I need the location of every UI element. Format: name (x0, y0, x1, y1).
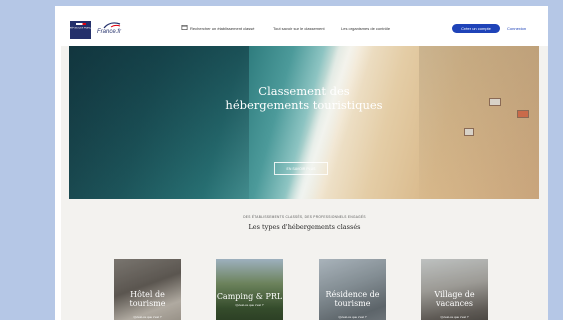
logo-rf-text: RÉPUBLIQUE FRANÇAISE (69, 26, 96, 30)
hero-dune (419, 46, 539, 199)
card-title-line: Hôtel de (130, 290, 165, 299)
section-title: Les types d'hébergements classés (248, 223, 361, 231)
hero-title-line-2: hébergements touristiques (225, 98, 383, 112)
card-title-line: Résidence de (325, 290, 380, 299)
card-more-link[interactable]: Qu'est-ce que c'est ? (114, 315, 181, 319)
nav-link-about[interactable]: Tout savoir sur le classement (273, 26, 325, 31)
top-navbar: RÉPUBLIQUE FRANÇAISE France.fr Recherche… (61, 12, 548, 46)
learn-more-button[interactable]: EN SAVOIR PLUS (274, 162, 328, 175)
card-more-link[interactable]: Qu'est-ce que c'est ? (216, 303, 283, 307)
card-title: Camping & PRL (216, 292, 283, 301)
browser-page: RÉPUBLIQUE FRANÇAISE France.fr Recherche… (55, 6, 548, 320)
create-account-button[interactable]: Créer un compte (452, 24, 500, 33)
card-title-line: tourisme (334, 299, 371, 308)
card-title: Résidence de tourisme (319, 290, 386, 308)
hero-banner: Classement des hébergements touristiques… (69, 46, 539, 199)
republique-francaise-logo[interactable]: RÉPUBLIQUE FRANÇAISE (69, 21, 96, 39)
card-overlay (216, 259, 283, 320)
card-more-link[interactable]: Qu'est-ce que c'est ? (319, 315, 386, 319)
card-title-line: Village de (434, 290, 475, 299)
nav-link-organisms[interactable]: Les organismes de contrôle (341, 26, 390, 31)
card-title: Village de vacances (421, 290, 488, 308)
hero-title: Classement des hébergements touristiques (69, 84, 539, 112)
card-title-line: tourisme (129, 299, 166, 308)
hero-title-line-1: Classement des (258, 84, 350, 98)
france-fr-logo[interactable]: France.fr (97, 22, 129, 38)
france-fr-wordmark: France.fr (97, 29, 122, 35)
hero-building (464, 128, 474, 136)
card-title: Hôtel de tourisme (114, 290, 181, 308)
swoosh-icon (103, 22, 121, 29)
card-camping[interactable]: Camping & PRL Qu'est-ce que c'est ? (216, 259, 283, 320)
hero-surf (279, 46, 379, 199)
nav-link-search[interactable]: Rechercher un établissement classé (190, 26, 254, 31)
hero-sea-shade (69, 46, 249, 199)
card-village[interactable]: Village de vacances Qu'est-ce que c'est … (421, 259, 488, 320)
login-link[interactable]: Connexion (507, 26, 526, 31)
card-more-link[interactable]: Qu'est-ce que c'est ? (421, 315, 488, 319)
section-kicker: DES ÉTABLISSEMENTS CLASSÉS, DES PROFESSI… (243, 215, 366, 219)
card-hotel[interactable]: Hôtel de tourisme Qu'est-ce que c'est ? (114, 259, 181, 320)
card-title-line: Camping & PRL (216, 292, 283, 301)
card-residence[interactable]: Résidence de tourisme Qu'est-ce que c'es… (319, 259, 386, 320)
card-title-line: vacances (435, 299, 473, 308)
search-icon[interactable] (181, 24, 188, 31)
flag-icon (75, 23, 86, 25)
